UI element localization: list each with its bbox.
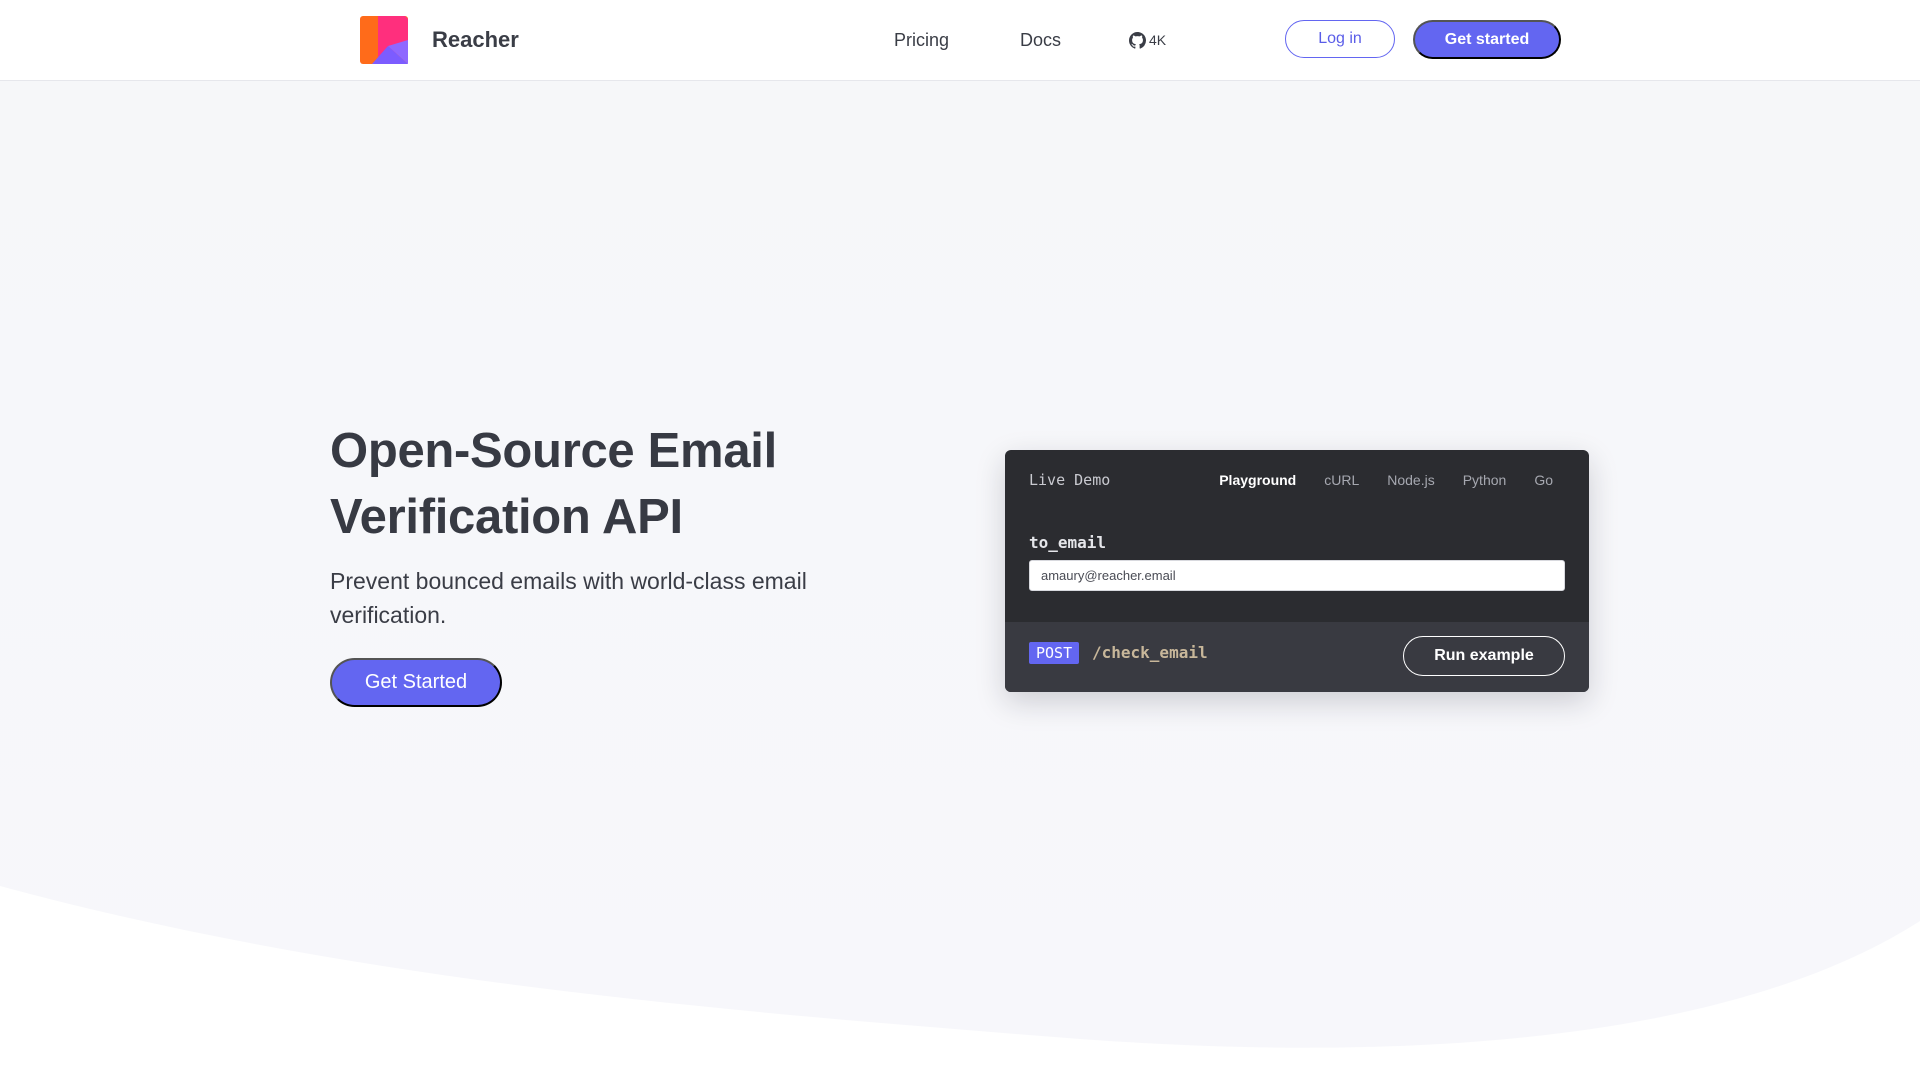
hero-get-started-button[interactable]: Get Started bbox=[330, 658, 502, 707]
demo-title: Live Demo bbox=[1029, 471, 1111, 489]
to-email-label: to_email bbox=[1029, 533, 1107, 552]
tab-python[interactable]: Python bbox=[1463, 472, 1507, 488]
tab-nodejs[interactable]: Node.js bbox=[1387, 472, 1434, 488]
landing-page: Reacher Pricing Docs 4K Log in Get start… bbox=[0, 0, 1920, 1080]
to-email-input[interactable] bbox=[1029, 560, 1565, 591]
nav-get-started-button[interactable]: Get started bbox=[1413, 20, 1561, 59]
brand-home-link[interactable]: Reacher bbox=[360, 16, 519, 64]
tab-playground[interactable]: Playground bbox=[1219, 472, 1296, 488]
demo-card-header: Live Demo Playground cURL Node.js Python… bbox=[1005, 450, 1589, 622]
nav-docs-link[interactable]: Docs bbox=[1020, 28, 1061, 52]
run-example-button[interactable]: Run example bbox=[1403, 636, 1565, 676]
endpoint-path: /check_email bbox=[1092, 643, 1208, 662]
demo-card-footer: POST /check_email Run example bbox=[1005, 622, 1589, 692]
nav-github-link[interactable]: 4K bbox=[1129, 28, 1166, 52]
reacher-logo-icon bbox=[360, 16, 408, 64]
hero-background bbox=[0, 81, 1920, 1048]
navbar: Reacher Pricing Docs 4K Log in Get start… bbox=[0, 0, 1920, 81]
github-stars-count: 4K bbox=[1149, 32, 1167, 48]
http-method-badge: POST bbox=[1029, 642, 1080, 664]
demo-tabs: Playground cURL Node.js Python Go bbox=[1191, 472, 1553, 488]
github-icon bbox=[1129, 31, 1146, 49]
tab-curl[interactable]: cURL bbox=[1324, 472, 1359, 488]
live-demo-card: Live Demo Playground cURL Node.js Python… bbox=[1005, 450, 1589, 692]
tab-go[interactable]: Go bbox=[1534, 472, 1553, 488]
hero-subtitle: Prevent bounced emails with world-class … bbox=[330, 568, 807, 628]
login-button[interactable]: Log in bbox=[1285, 20, 1395, 58]
nav-pricing-link[interactable]: Pricing bbox=[894, 28, 949, 52]
brand-name: Reacher bbox=[432, 27, 519, 52]
hero-title: Open-Source Email Verification API bbox=[330, 424, 777, 544]
